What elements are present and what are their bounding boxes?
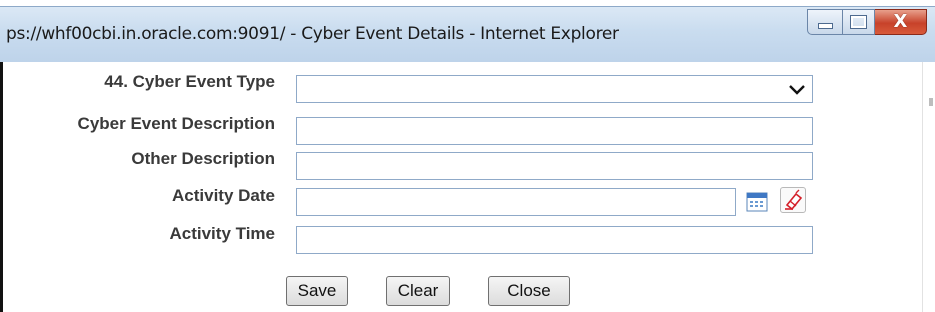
clear-button[interactable]: Clear: [386, 276, 450, 306]
window-title: ps://whf00cbi.in.oracle.com:9091/ - Cybe…: [6, 24, 619, 44]
chevron-down-icon: [789, 85, 805, 95]
title-bar: ps://whf00cbi.in.oracle.com:9091/ - Cybe…: [0, 6, 935, 62]
eraser-icon: [785, 189, 803, 211]
other-description-input[interactable]: [296, 152, 813, 180]
activity-time-label: Activity Time: [169, 224, 275, 243]
scroll-marker: [929, 98, 933, 106]
activity-date-label: Activity Date: [172, 186, 275, 205]
dialog-window: ps://whf00cbi.in.oracle.com:9091/ - Cybe…: [0, 0, 935, 312]
activity-date-input[interactable]: [296, 188, 736, 216]
cyber-event-description-label: Cyber Event Description: [77, 114, 275, 133]
close-icon: X: [893, 11, 908, 32]
close-window-button[interactable]: X: [875, 9, 927, 35]
cyber-event-type-label: 44. Cyber Event Type: [104, 72, 275, 91]
other-description-label: Other Description: [131, 149, 275, 168]
minimize-button[interactable]: [807, 9, 843, 35]
minimize-icon: [817, 23, 833, 29]
window-controls: X: [807, 9, 927, 35]
activity-time-input[interactable]: [296, 226, 813, 254]
close-button[interactable]: Close: [488, 276, 570, 306]
maximize-icon: [850, 15, 867, 29]
cyber-event-type-select[interactable]: [296, 75, 813, 103]
clear-date-button[interactable]: [780, 187, 806, 213]
calendar-icon[interactable]: [746, 192, 768, 212]
maximize-button[interactable]: [843, 9, 875, 35]
cyber-event-description-input[interactable]: [296, 117, 813, 145]
save-button[interactable]: Save: [286, 276, 348, 306]
